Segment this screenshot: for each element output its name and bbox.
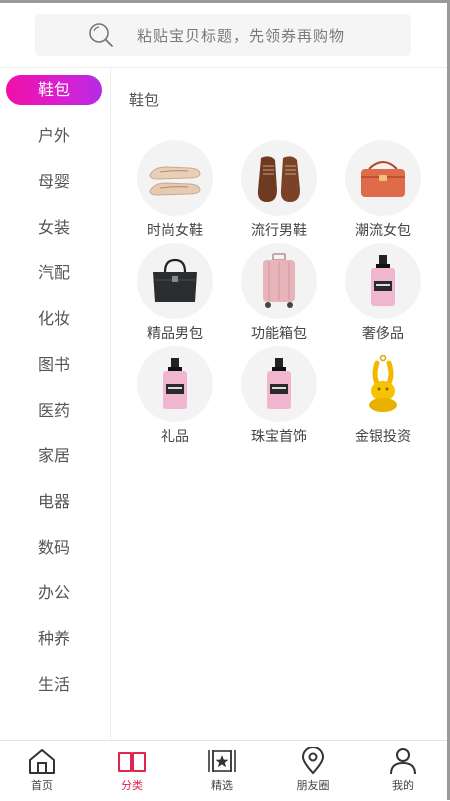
sidebar-item-home[interactable]: 家居 xyxy=(0,438,108,470)
category-tile-gold-investment[interactable]: 金银投资 xyxy=(333,346,433,446)
tile-image xyxy=(137,140,213,216)
tab-label: 精选 xyxy=(211,779,233,792)
sidebar-item-label: 家居 xyxy=(37,446,70,465)
tile-label: 潮流女包 xyxy=(355,223,411,239)
tile-label: 时尚女鞋 xyxy=(147,223,203,239)
sidebar-item-outdoor[interactable]: 户外 xyxy=(0,118,108,150)
sidebar-item-auto-parts[interactable]: 汽配 xyxy=(0,255,108,287)
sidebar-item-books[interactable]: 图书 xyxy=(0,347,108,379)
category-content: 鞋包 时尚女鞋 流行男鞋 潮流女包 精品男包 功能箱包 奢侈品 礼品 珠宝首饰 … xyxy=(111,68,447,740)
sidebar-item-label: 种养 xyxy=(37,629,70,648)
tile-label: 功能箱包 xyxy=(251,326,307,342)
header: 粘贴宝贝标题，先领券再购物 xyxy=(0,3,447,68)
tab-moments[interactable]: 朋友圈 xyxy=(283,747,343,797)
tile-label: 金银投资 xyxy=(355,429,411,445)
sidebar-item-life[interactable]: 生活 xyxy=(0,667,108,699)
sidebar-item-womens-clothing[interactable]: 女装 xyxy=(0,210,108,242)
category-tile-women-shoes[interactable]: 时尚女鞋 xyxy=(125,140,225,240)
tile-label: 精品男包 xyxy=(147,326,203,342)
men-shoes-icon xyxy=(257,156,300,202)
tile-label: 礼品 xyxy=(161,429,189,445)
tab-featured[interactable]: 精选 xyxy=(192,747,252,797)
sidebar-item-label: 母婴 xyxy=(37,172,70,191)
tile-image xyxy=(137,243,213,319)
sidebar-item-label: 医药 xyxy=(37,401,70,420)
perfume-bottle-icon xyxy=(163,358,187,409)
location-pin-icon xyxy=(301,747,325,775)
sidebar-item-label: 电器 xyxy=(37,492,70,511)
category-tile-men-shoes[interactable]: 流行男鞋 xyxy=(229,140,329,240)
tile-image xyxy=(345,346,421,422)
sidebar-item-office[interactable]: 办公 xyxy=(0,575,108,607)
home-icon xyxy=(29,749,55,774)
sidebar-item-digital[interactable]: 数码 xyxy=(0,530,108,562)
sidebar-item-planting[interactable]: 种养 xyxy=(0,621,108,653)
search-icon xyxy=(89,23,113,47)
tab-label: 首页 xyxy=(31,779,53,792)
tab-label: 我的 xyxy=(392,779,414,792)
section-title: 鞋包 xyxy=(129,91,160,109)
perfume-bottle-icon xyxy=(267,358,291,409)
sidebar-item-label: 户外 xyxy=(37,126,70,145)
tile-label: 奢侈品 xyxy=(362,326,404,342)
tile-image xyxy=(345,140,421,216)
tab-mine[interactable]: 我的 xyxy=(373,747,433,797)
tab-home[interactable]: 首页 xyxy=(12,747,72,797)
tile-label: 流行男鞋 xyxy=(251,223,307,239)
tile-label: 珠宝首饰 xyxy=(251,429,307,445)
search-placeholder: 粘贴宝贝标题，先领券再购物 xyxy=(137,26,346,45)
sidebar-item-label: 图书 xyxy=(37,355,70,374)
category-tile-gifts[interactable]: 礼品 xyxy=(125,346,225,446)
handbag-icon xyxy=(361,161,405,197)
tab-label: 分类 xyxy=(121,779,143,792)
briefcase-icon xyxy=(153,258,197,302)
tab-category[interactable]: 分类 xyxy=(102,747,162,797)
category-tile-jewelry[interactable]: 珠宝首饰 xyxy=(229,346,329,446)
sidebar-item-label: 办公 xyxy=(37,583,70,602)
sidebar-item-medicine[interactable]: 医药 xyxy=(0,393,108,425)
sidebar-item-label: 数码 xyxy=(37,538,70,557)
star-frame-icon xyxy=(208,750,236,772)
sidebar-item-label: 生活 xyxy=(37,675,70,694)
category-tile-men-bags[interactable]: 精品男包 xyxy=(125,243,225,343)
sidebar-item-label: 汽配 xyxy=(37,263,70,282)
tile-image xyxy=(345,243,421,319)
category-tile-luggage[interactable]: 功能箱包 xyxy=(229,243,329,343)
sidebar-item-shoes-bags[interactable]: 鞋包 xyxy=(0,74,108,106)
tab-label: 朋友圈 xyxy=(296,779,330,792)
bottom-tab-bar: 首页 分类 精选 朋友圈 我的 xyxy=(0,740,447,801)
sidebar-item-label: 女装 xyxy=(37,218,70,237)
perfume-bottle-icon xyxy=(371,255,395,306)
sidebar-item-baby[interactable]: 母婴 xyxy=(0,164,108,196)
sidebar-item-label: 化妆 xyxy=(37,309,70,328)
sidebar-item-label: 鞋包 xyxy=(6,75,102,105)
tile-image xyxy=(137,346,213,422)
category-tile-women-bags[interactable]: 潮流女包 xyxy=(333,140,433,240)
tile-image xyxy=(241,140,317,216)
sidebar-item-appliances[interactable]: 电器 xyxy=(0,484,108,516)
category-sidebar: 鞋包 户外 母婴 女装 汽配 化妆 图书 医药 家居 电器 数码 办公 种养 生… xyxy=(0,68,111,740)
gold-rabbit-icon xyxy=(369,355,397,412)
sidebar-item-makeup[interactable]: 化妆 xyxy=(0,301,108,333)
tile-image xyxy=(241,346,317,422)
suitcase-icon xyxy=(263,253,295,308)
category-tile-luxury[interactable]: 奢侈品 xyxy=(333,243,433,343)
book-icon xyxy=(118,752,146,772)
search-bar[interactable]: 粘贴宝贝标题，先领券再购物 xyxy=(35,14,411,56)
tile-image xyxy=(241,243,317,319)
user-icon xyxy=(390,748,416,775)
women-flats-icon xyxy=(149,166,201,196)
